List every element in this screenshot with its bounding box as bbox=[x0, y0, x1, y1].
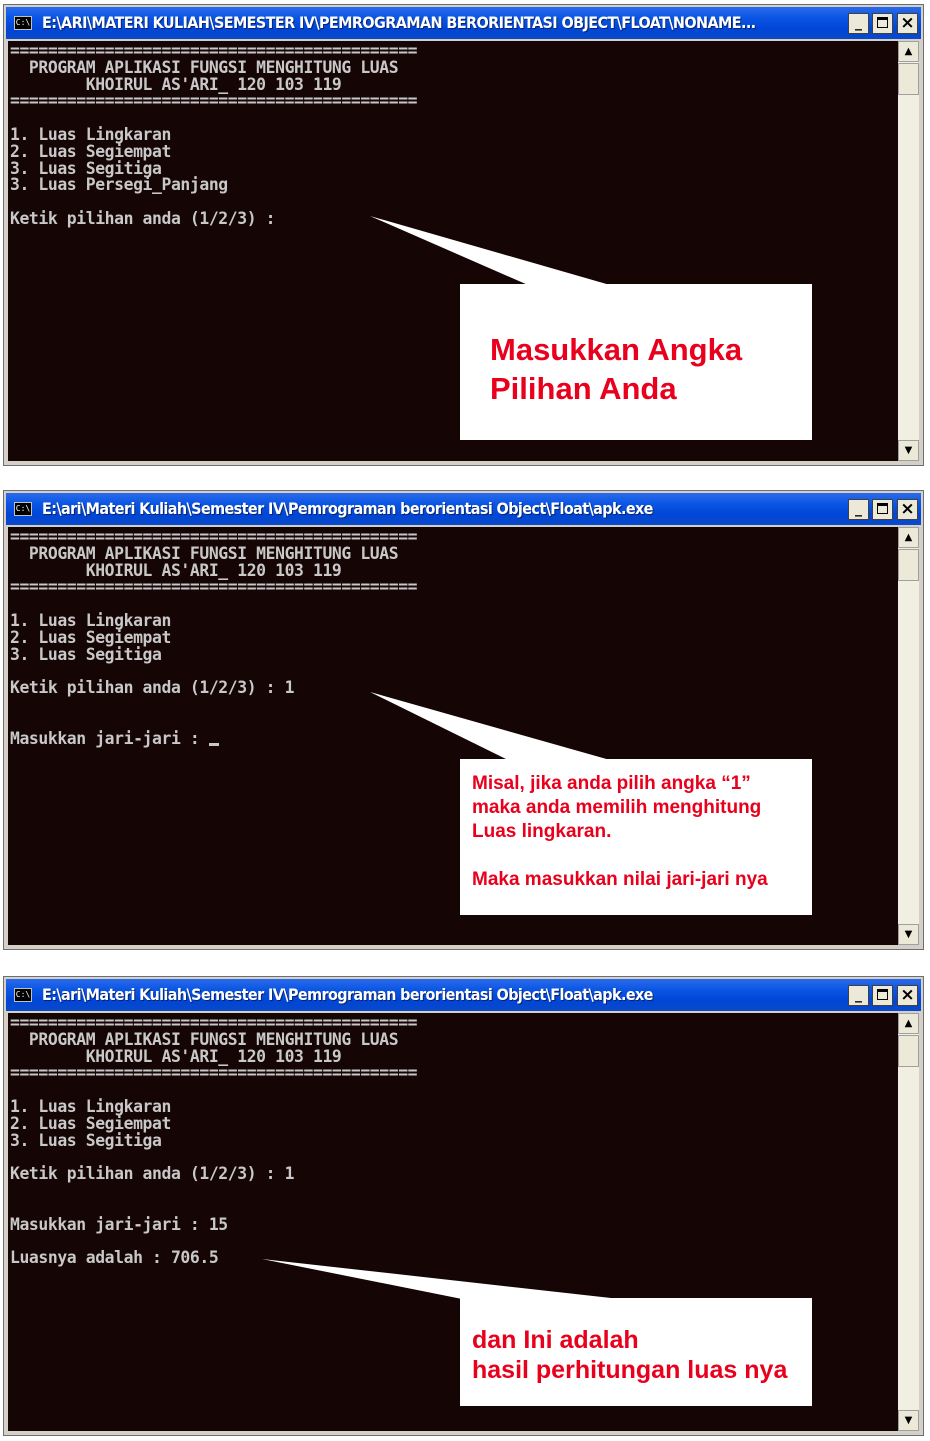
callout-box-3: dan Ini adalah hasil perhitungan luas ny… bbox=[460, 1298, 812, 1406]
callout-box-1: Masukkan Angka Pilihan Anda bbox=[460, 284, 812, 440]
callout-pointer-3 bbox=[262, 1259, 620, 1299]
callout-box-2: Misal, jika anda pilih angka “1” maka an… bbox=[460, 759, 812, 915]
callout-pointers bbox=[262, 216, 620, 1299]
callout-pointer-2 bbox=[370, 692, 610, 760]
callout-pointer-1 bbox=[370, 216, 610, 285]
